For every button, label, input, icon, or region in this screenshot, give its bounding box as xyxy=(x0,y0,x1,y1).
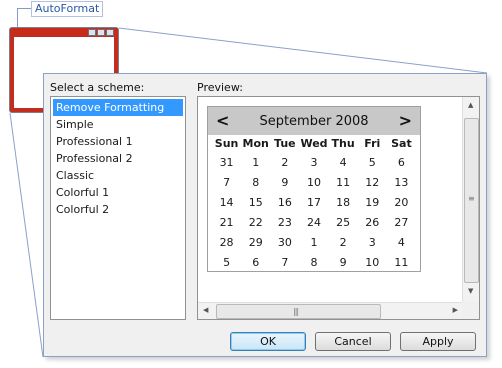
scroll-down-arrow-icon[interactable]: ▼ xyxy=(468,287,473,295)
calendar-day[interactable]: 8 xyxy=(299,253,328,273)
calendar-day[interactable]: 16 xyxy=(270,193,299,213)
calendar-day[interactable]: 25 xyxy=(329,213,358,233)
calendar-day[interactable]: 14 xyxy=(212,193,241,213)
scheme-item-remove-formatting[interactable]: Remove Formatting xyxy=(53,99,183,116)
calendar-day[interactable]: 7 xyxy=(212,173,241,193)
calendar-day[interactable]: 12 xyxy=(358,173,387,193)
scheme-item-classic[interactable]: Classic xyxy=(53,167,183,184)
calendar-day[interactable]: 2 xyxy=(270,153,299,173)
calendar-day[interactable]: 23 xyxy=(270,213,299,233)
calendar-day-of-week: Wed xyxy=(300,137,328,150)
calendar-day[interactable]: 9 xyxy=(329,253,358,273)
scheme-item-colorful-1[interactable]: Colorful 1 xyxy=(53,184,183,201)
calendar-day[interactable]: 2 xyxy=(329,233,358,253)
calendar-header: < September 2008 > xyxy=(208,107,420,135)
calendar-day[interactable]: 22 xyxy=(241,213,270,233)
calendar-day[interactable]: 10 xyxy=(299,173,328,193)
calendar-day[interactable]: 1 xyxy=(241,153,270,173)
vertical-scroll-thumb[interactable]: ≡ xyxy=(464,118,479,283)
calendar-day[interactable]: 10 xyxy=(358,253,387,273)
calendar-day[interactable]: 19 xyxy=(358,193,387,213)
calendar-day-of-week: Mon xyxy=(242,137,269,150)
calendar-day[interactable]: 8 xyxy=(241,173,270,193)
calendar-day[interactable]: 6 xyxy=(241,253,270,273)
calendar-day[interactable]: 11 xyxy=(387,253,416,273)
calendar-month-title: September 2008 xyxy=(259,113,369,129)
scrollbar-corner xyxy=(462,302,479,319)
vertical-scrollbar[interactable]: ▲ ≡ ▼ xyxy=(462,97,479,303)
apply-button[interactable]: Apply xyxy=(400,332,476,351)
calendar-day[interactable]: 5 xyxy=(212,253,241,273)
calendar-day[interactable]: 31 xyxy=(212,153,241,173)
select-scheme-label: Select a scheme: xyxy=(50,81,145,94)
scroll-right-arrow-icon[interactable]: ▶ xyxy=(453,306,458,314)
cancel-button[interactable]: Cancel xyxy=(315,332,391,351)
scheme-item-professional-2[interactable]: Professional 2 xyxy=(53,150,183,167)
calendar-day[interactable]: 9 xyxy=(270,173,299,193)
calendar-day[interactable]: 21 xyxy=(212,213,241,233)
horizontal-scrollbar[interactable]: ◀ ||| ▶ xyxy=(198,302,463,319)
calendar-day[interactable]: 3 xyxy=(358,233,387,253)
calendar-day[interactable]: 11 xyxy=(329,173,358,193)
calendar-day[interactable]: 29 xyxy=(241,233,270,253)
horizontal-scroll-thumb[interactable]: ||| xyxy=(216,304,381,319)
calendar-day[interactable]: 20 xyxy=(387,193,416,213)
scroll-left-arrow-icon[interactable]: ◀ xyxy=(203,306,208,314)
calendar-day[interactable]: 27 xyxy=(387,213,416,233)
preview-label: Preview: xyxy=(197,81,243,94)
calendar-day[interactable]: 17 xyxy=(299,193,328,213)
calendar-day[interactable]: 4 xyxy=(329,153,358,173)
ok-button[interactable]: OK xyxy=(230,332,306,351)
calendar-day-of-week: Sun xyxy=(214,137,239,150)
calendar-prev-month-button[interactable]: < xyxy=(216,111,229,130)
calendar-day[interactable]: 3 xyxy=(299,153,328,173)
scheme-item-simple[interactable]: Simple xyxy=(53,116,183,133)
scroll-up-arrow-icon[interactable]: ▲ xyxy=(468,101,473,109)
calendar-day[interactable]: 26 xyxy=(358,213,387,233)
grip-icon: ||| xyxy=(293,307,299,316)
autoformat-dialog: Select a scheme: Preview: Remove Formatt… xyxy=(43,73,487,357)
scheme-listbox[interactable]: Remove Formatting Simple Professional 1 … xyxy=(50,96,186,320)
preview-pane: < September 2008 > Sun Mon Tue Wed Thu Fri Sat… xyxy=(197,96,480,320)
calendar-grid: Sun Mon Tue Wed Thu Fri Sat 31 1 2 3 4 5 6 7 8 9 10 11 12 13… xyxy=(208,135,420,273)
calendar-day[interactable]: 5 xyxy=(358,153,387,173)
calendar-day[interactable]: 6 xyxy=(387,153,416,173)
calendar-day[interactable]: 18 xyxy=(329,193,358,213)
calendar-next-month-button[interactable]: > xyxy=(399,111,412,130)
calendar-day-of-week: Tue xyxy=(274,137,296,150)
calendar-day[interactable]: 7 xyxy=(270,253,299,273)
calendar-day-of-week: Thu xyxy=(331,137,355,150)
calendar-day[interactable]: 28 xyxy=(212,233,241,253)
calendar-day-of-week: Fri xyxy=(364,137,381,150)
scheme-item-colorful-2[interactable]: Colorful 2 xyxy=(53,201,183,218)
scheme-item-professional-1[interactable]: Professional 1 xyxy=(53,133,183,150)
calendar-day[interactable]: 15 xyxy=(241,193,270,213)
grip-icon: ≡ xyxy=(468,194,475,203)
calendar-day[interactable]: 1 xyxy=(299,233,328,253)
calendar-day[interactable]: 4 xyxy=(387,233,416,253)
calendar-day[interactable]: 24 xyxy=(299,213,328,233)
preview-calendar: < September 2008 > Sun Mon Tue Wed Thu Fri Sat… xyxy=(207,106,421,272)
calendar-day[interactable]: 13 xyxy=(387,173,416,193)
calendar-day-of-week: Sat xyxy=(391,137,412,150)
calendar-day[interactable]: 30 xyxy=(270,233,299,253)
